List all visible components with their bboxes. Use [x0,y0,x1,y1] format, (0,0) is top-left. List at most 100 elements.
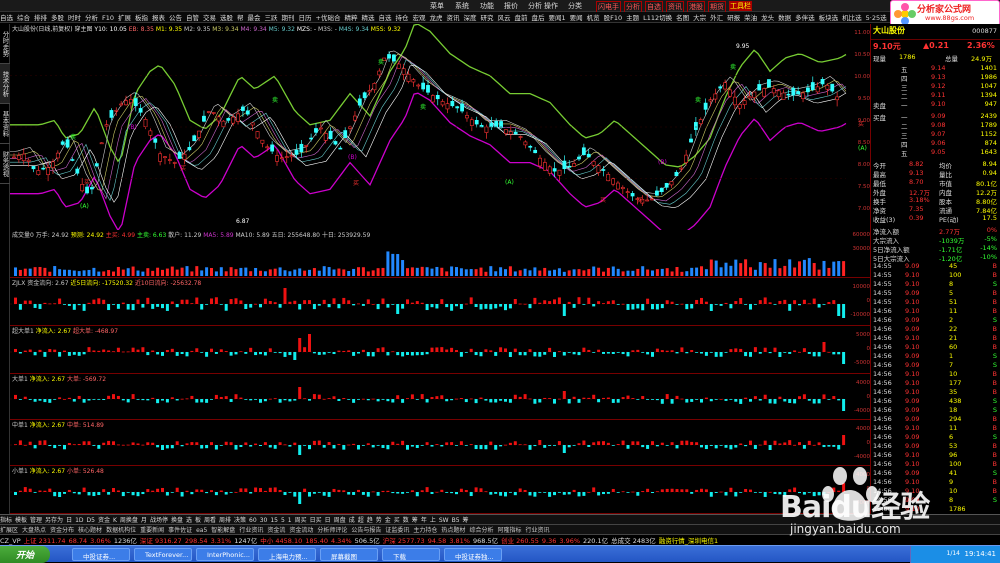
extension-tab[interactable]: 分析师评论 [317,527,347,534]
toolbar-item[interactable]: 期刊 [282,14,295,22]
extension-tab[interactable]: 综合分析 [469,527,493,534]
toolbar-item[interactable]: 公告 [169,14,182,22]
menu-item[interactable]: 菜单 [430,1,444,11]
tab-intraday[interactable]: 分时走势 [0,24,10,64]
indicator-tab[interactable]: B5 [452,517,460,524]
toolbar-item[interactable]: F10 [102,14,114,22]
indicator-tab[interactable]: 指标 [0,517,12,524]
tab-basic-info[interactable]: 基本资料 [0,104,10,144]
bid-row[interactable]: 五 9.05 1643 [871,148,1000,158]
taskbar-task[interactable]: TextForever... [134,548,192,561]
toolbar-item[interactable]: 资讯 [446,14,459,22]
menu-item[interactable]: 报价 [504,1,518,11]
indicator-tab[interactable]: 战场停 [150,517,168,524]
menu-item[interactable]: 功能 [480,1,494,11]
toolbar-item[interactable]: 要闻 [570,14,583,22]
ask-row[interactable]: 五 9.14 1401 [871,64,1000,74]
price-chart-panel[interactable]: 9.95 6.87 (A) (A) (A) (B) (B) (B) 卖卖卖卖卖卖买买买买买买 大… [10,24,870,230]
extension-tab[interactable]: 资金流 [267,527,285,534]
indicator-tab[interactable]: 另存为 [45,517,63,524]
extension-tab[interactable]: 热点题材 [441,527,465,534]
toolbar-item[interactable]: 深度 [463,14,476,22]
toolbar-item[interactable]: 精选 [361,14,374,22]
extension-tab[interactable]: 智能解盘 [211,527,235,534]
toolbar-item[interactable]: 选股 [220,14,233,22]
extension-tab[interactable]: 数据机构位 [106,527,136,534]
super-order-panel[interactable]: 超大单1 净流入: 2.67 超大单: -468.97 5000 0 -5000 [10,326,870,374]
extension-tab[interactable]: 资金分布 [50,527,74,534]
indicator-tab[interactable]: 板 [195,517,201,524]
extension-tab[interactable]: 核心题材 [78,527,102,534]
toolbar-item[interactable]: 龙虎 [429,14,442,22]
toolbar-item[interactable]: 板块选 [819,14,839,22]
toolbar-item[interactable]: 多伴选 [795,14,815,22]
candlestick-chart[interactable]: 9.956.87(A)(A)(A)(B)(B)(B)卖卖卖卖卖卖买买买买 买买 [10,24,870,230]
tab-financial[interactable]: 财务透视 [0,144,10,184]
indicator-tab[interactable]: 周买 [295,517,307,524]
indicator-tab[interactable]: 上 [430,517,436,524]
toolbar-item[interactable]: 排排 [34,14,47,22]
indicator-tab[interactable]: 60 [249,517,257,524]
bid-row[interactable]: 四 9.06 874 [871,139,1000,149]
extension-tab[interactable]: 重要新闻 [140,527,164,534]
extension-tab[interactable]: 事件佐证 [168,527,192,534]
toolbar-item[interactable]: 大宗 [693,14,706,22]
toolbar-item[interactable]: 数据 [778,14,791,22]
toolbar-item[interactable]: 名图 [676,14,689,22]
toolbar-item[interactable]: 扩展 [118,14,131,22]
extension-tab[interactable]: 证监委讯 [385,527,409,534]
ask-row[interactable]: 二 9.11 1394 [871,91,1000,101]
indicator-tab[interactable]: 趋 [367,517,373,524]
toolbar-item[interactable]: +优础合 [316,14,341,22]
indicator-tab[interactable]: 月 [141,517,147,524]
toolbar-item[interactable]: 三跃 [265,14,278,22]
toolbar-item[interactable]: 盘后 [531,14,544,22]
indicator-tab[interactable]: 筹 [412,517,418,524]
indicator-tab[interactable]: 超 [358,517,364,524]
extension-tab[interactable]: 大盘热点 [22,527,46,534]
indicator-tab[interactable]: 日 [66,517,72,524]
toolbar-item[interactable]: 持仓 [395,14,408,22]
menu-item[interactable]: 操作 [544,1,558,11]
menu-item[interactable]: 分类 [568,1,582,11]
toolbar-item[interactable]: L112切换 [643,14,672,22]
toolbar-item[interactable]: 交易 [203,14,216,22]
indicator-tab[interactable]: 1 [288,517,292,524]
toolbar-item[interactable]: 板指 [135,14,148,22]
taskbar-task[interactable]: 上海电力预... [258,548,316,561]
taskbar-task[interactable]: 屏幕截图 [320,548,378,561]
toolbar-item[interactable]: 外汇 [710,14,723,22]
taskbar-task[interactable]: InterPhonic... [196,548,254,561]
toolbar-item[interactable]: 荣油 [744,14,757,22]
bid-row[interactable]: 三 9.07 1152 [871,130,1000,140]
taskbar-task[interactable]: 中投证券独... [444,548,502,561]
toolbar-item[interactable]: 自选 [0,14,13,22]
extension-tab[interactable]: 行业资讯 [239,527,263,534]
indicator-tab[interactable]: 管理 [30,517,42,524]
toolbar-item[interactable]: 机比选 [842,14,862,22]
indicator-tab[interactable]: 金 [385,517,391,524]
indicator-tab[interactable]: SW [439,517,449,524]
indicator-tab[interactable]: 模板 [15,517,27,524]
toolbar-button[interactable]: 工具栏 [729,1,752,11]
indicator-tab[interactable]: 资金 [98,517,110,524]
fund-flow-panel[interactable]: ZJLX 资金流向: 2.67 近5日流向: -17520.32 近10日流向:… [10,278,870,326]
indicator-tab[interactable]: 买 [394,517,400,524]
toolbar-item[interactable]: 主题 [626,14,639,22]
extension-tab[interactable]: 资金流动 [289,527,313,534]
bid-row[interactable]: 二 9.08 1789 [871,121,1000,131]
extension-tab[interactable]: ea5 [196,527,207,534]
indicator-tab[interactable]: 周换盘 [120,517,138,524]
toolbar-item[interactable]: 帮 [237,14,244,22]
tab-technical[interactable]: 技术分析 [0,64,10,104]
toolbar-item[interactable]: 盘前 [514,14,527,22]
indicator-tab[interactable]: 成 [349,517,355,524]
indicator-tab[interactable]: 15 [270,517,278,524]
indicator-tab[interactable]: 周排 [219,517,231,524]
toolbar-item[interactable]: 精粹 [344,14,357,22]
toolbar-item[interactable]: 风云 [497,14,510,22]
toolbar-item[interactable]: 自管 [186,14,199,22]
start-button[interactable]: 开始 [0,546,50,563]
indicator-tab[interactable]: 选 [186,517,192,524]
toolbar-item[interactable]: 研报 [727,14,740,22]
